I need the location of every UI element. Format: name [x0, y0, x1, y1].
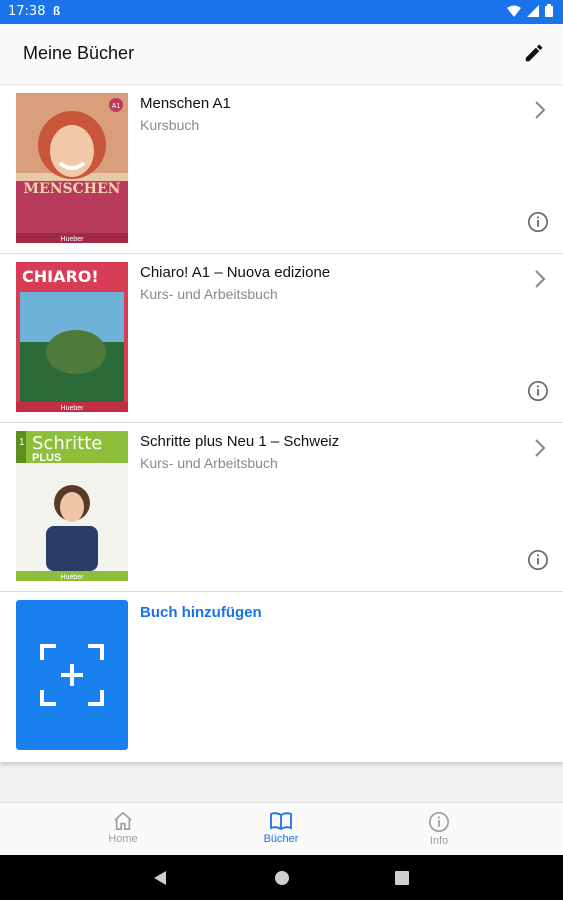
cover-subtitle: PLUS [32, 452, 61, 464]
cover-publisher: Hueber [61, 574, 85, 581]
info-icon[interactable] [527, 380, 549, 402]
nav-info-label: Info [429, 835, 449, 847]
book-icon [270, 812, 292, 831]
status-bar: 17:38 ß [0, 0, 563, 24]
nav-info[interactable]: Info [399, 811, 479, 847]
book-subtitle: Kursbuch [140, 117, 200, 133]
book-row[interactable]: 1 Schritte PLUS Hueber Schritte plus Neu… [0, 423, 563, 592]
home-button-icon[interactable] [274, 870, 290, 886]
book-title: Chiaro! A1 – Nuova edizione [140, 264, 331, 281]
book-subtitle: Kurs- und Arbeitsbuch [140, 455, 278, 471]
info-icon[interactable] [527, 549, 549, 571]
pencil-icon[interactable] [523, 42, 545, 64]
nav-books[interactable]: Bücher [241, 811, 321, 845]
cover-title: Schritte [32, 433, 102, 454]
battery-icon [545, 4, 553, 17]
cover-title: CHIARO! [22, 267, 99, 286]
signal-icon [527, 4, 539, 17]
add-book-row[interactable]: Buch hinzufügen [0, 592, 563, 762]
page-title: Meine Bücher [23, 43, 135, 63]
recents-icon[interactable] [395, 871, 409, 885]
status-time: 17:38 [8, 4, 46, 19]
info-icon [429, 812, 449, 832]
cover-number: 1 [19, 437, 25, 448]
book-row[interactable]: CHIARO! Hueber Chiaro! A1 – Nuova edizio… [0, 254, 563, 423]
chevron-right-icon[interactable] [533, 437, 547, 459]
book-title: Menschen A1 [140, 95, 231, 112]
chevron-right-icon[interactable] [533, 268, 547, 290]
system-icons [507, 4, 553, 17]
book-cover: CHIARO! Hueber [16, 262, 128, 412]
book-subtitle: Kurs- und Arbeitsbuch [140, 286, 278, 302]
system-navigation-bar [0, 855, 563, 900]
nav-books-label: Bücher [263, 833, 299, 845]
chevron-right-icon[interactable] [533, 99, 547, 121]
home-icon [114, 811, 132, 830]
nav-home-label: Home [108, 833, 138, 845]
book-title: Schritte plus Neu 1 – Schweiz [140, 433, 340, 450]
app-bar: Meine Bücher [0, 24, 563, 85]
book-cover: MENSCHEN A1 Hueber [16, 93, 128, 243]
cover-badge: A1 [112, 103, 121, 110]
add-book-tile[interactable] [16, 600, 128, 750]
cover-publisher: Hueber [61, 405, 85, 412]
wifi-icon [507, 5, 521, 17]
back-icon[interactable] [153, 870, 167, 886]
book-cover: 1 Schritte PLUS Hueber [16, 431, 128, 581]
scan-add-icon [40, 644, 104, 706]
nav-home[interactable]: Home [83, 811, 163, 845]
info-icon[interactable] [527, 211, 549, 233]
cover-title: MENSCHEN [24, 181, 121, 197]
book-row[interactable]: MENSCHEN A1 Hueber Menschen A1 Kursbuch [0, 85, 563, 254]
add-book-label[interactable]: Buch hinzufügen [140, 604, 262, 621]
book-list: MENSCHEN A1 Hueber Menschen A1 Kursbuch … [0, 85, 563, 762]
cover-publisher: Hueber [61, 236, 85, 243]
data-saver-icon: ß [53, 4, 61, 18]
bottom-navigation: Home Bücher Info [0, 802, 563, 856]
